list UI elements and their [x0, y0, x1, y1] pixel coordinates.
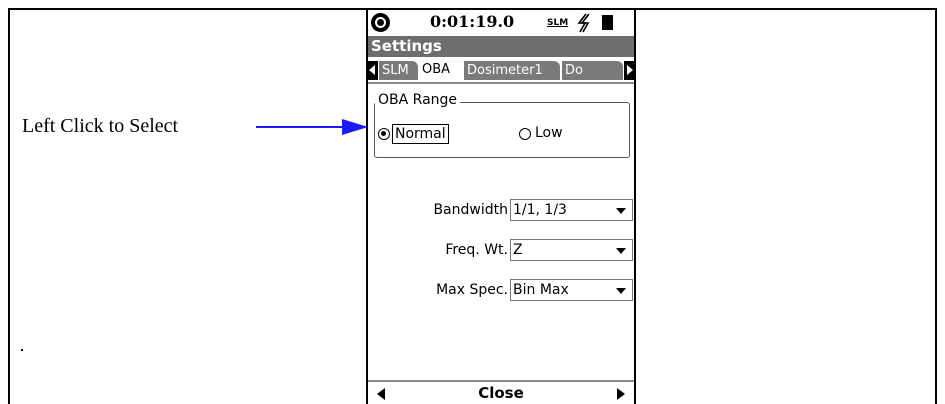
- next-arrow-icon[interactable]: [617, 388, 625, 400]
- power-bolt-icon: [577, 13, 590, 33]
- device-logo-icon: [371, 13, 390, 32]
- column-divider-right: [634, 8, 636, 404]
- bandwidth-select[interactable]: 1/1, 1/3: [510, 199, 633, 221]
- device-screen: 0:01:19.0 SLM Settings SLM OBA Dosimeter…: [368, 10, 634, 404]
- freq-wt-select[interactable]: Z: [510, 239, 633, 261]
- mode-indicator: SLM: [547, 18, 569, 28]
- frame-left-border: [8, 8, 10, 404]
- radio-normal-label[interactable]: Normal: [392, 124, 449, 144]
- callout-text: Left Click to Select: [22, 115, 179, 137]
- frame-right-border: [935, 8, 937, 404]
- chevron-down-icon: [616, 288, 626, 294]
- radio-low[interactable]: [519, 128, 531, 140]
- callout-arrow-icon: [256, 119, 368, 135]
- tab-scroll-left-icon[interactable]: [368, 61, 378, 80]
- bandwidth-label: Bandwidth: [433, 202, 508, 218]
- oba-range-legend: OBA Range: [375, 92, 461, 108]
- chevron-down-icon: [616, 248, 626, 254]
- status-bar: 0:01:19.0 SLM: [368, 10, 634, 36]
- elapsed-time: 0:01:19.0: [430, 12, 515, 31]
- radio-low-label[interactable]: Low: [535, 125, 563, 141]
- close-button[interactable]: Close: [368, 384, 634, 402]
- freq-wt-label: Freq. Wt.: [445, 242, 508, 258]
- freq-wt-value: Z: [513, 242, 523, 258]
- tab-dosimeter1[interactable]: Dosimeter1: [464, 61, 560, 80]
- oba-settings-panel: OBA Range Normal Low Bandwidth 1/1, 1/3 …: [368, 84, 634, 380]
- max-spec-select[interactable]: Bin Max: [510, 279, 633, 301]
- window-title: Settings: [368, 36, 634, 57]
- max-spec-value: Bin Max: [513, 282, 569, 298]
- radio-normal[interactable]: [378, 128, 390, 140]
- tab-dosimeter2[interactable]: Do: [562, 61, 623, 80]
- chevron-down-icon: [616, 208, 626, 214]
- tab-bar: SLM OBA Dosimeter1 Do: [368, 57, 634, 84]
- bandwidth-value: 1/1, 1/3: [513, 202, 567, 218]
- tab-slm[interactable]: SLM: [379, 61, 418, 80]
- tab-oba[interactable]: OBA: [419, 59, 462, 81]
- tab-scroll-right-icon[interactable]: [624, 61, 634, 80]
- max-spec-label: Max Spec.: [436, 282, 508, 298]
- stray-dot: [21, 349, 23, 351]
- bottom-bar: Close: [368, 380, 634, 404]
- battery-icon: [602, 15, 613, 30]
